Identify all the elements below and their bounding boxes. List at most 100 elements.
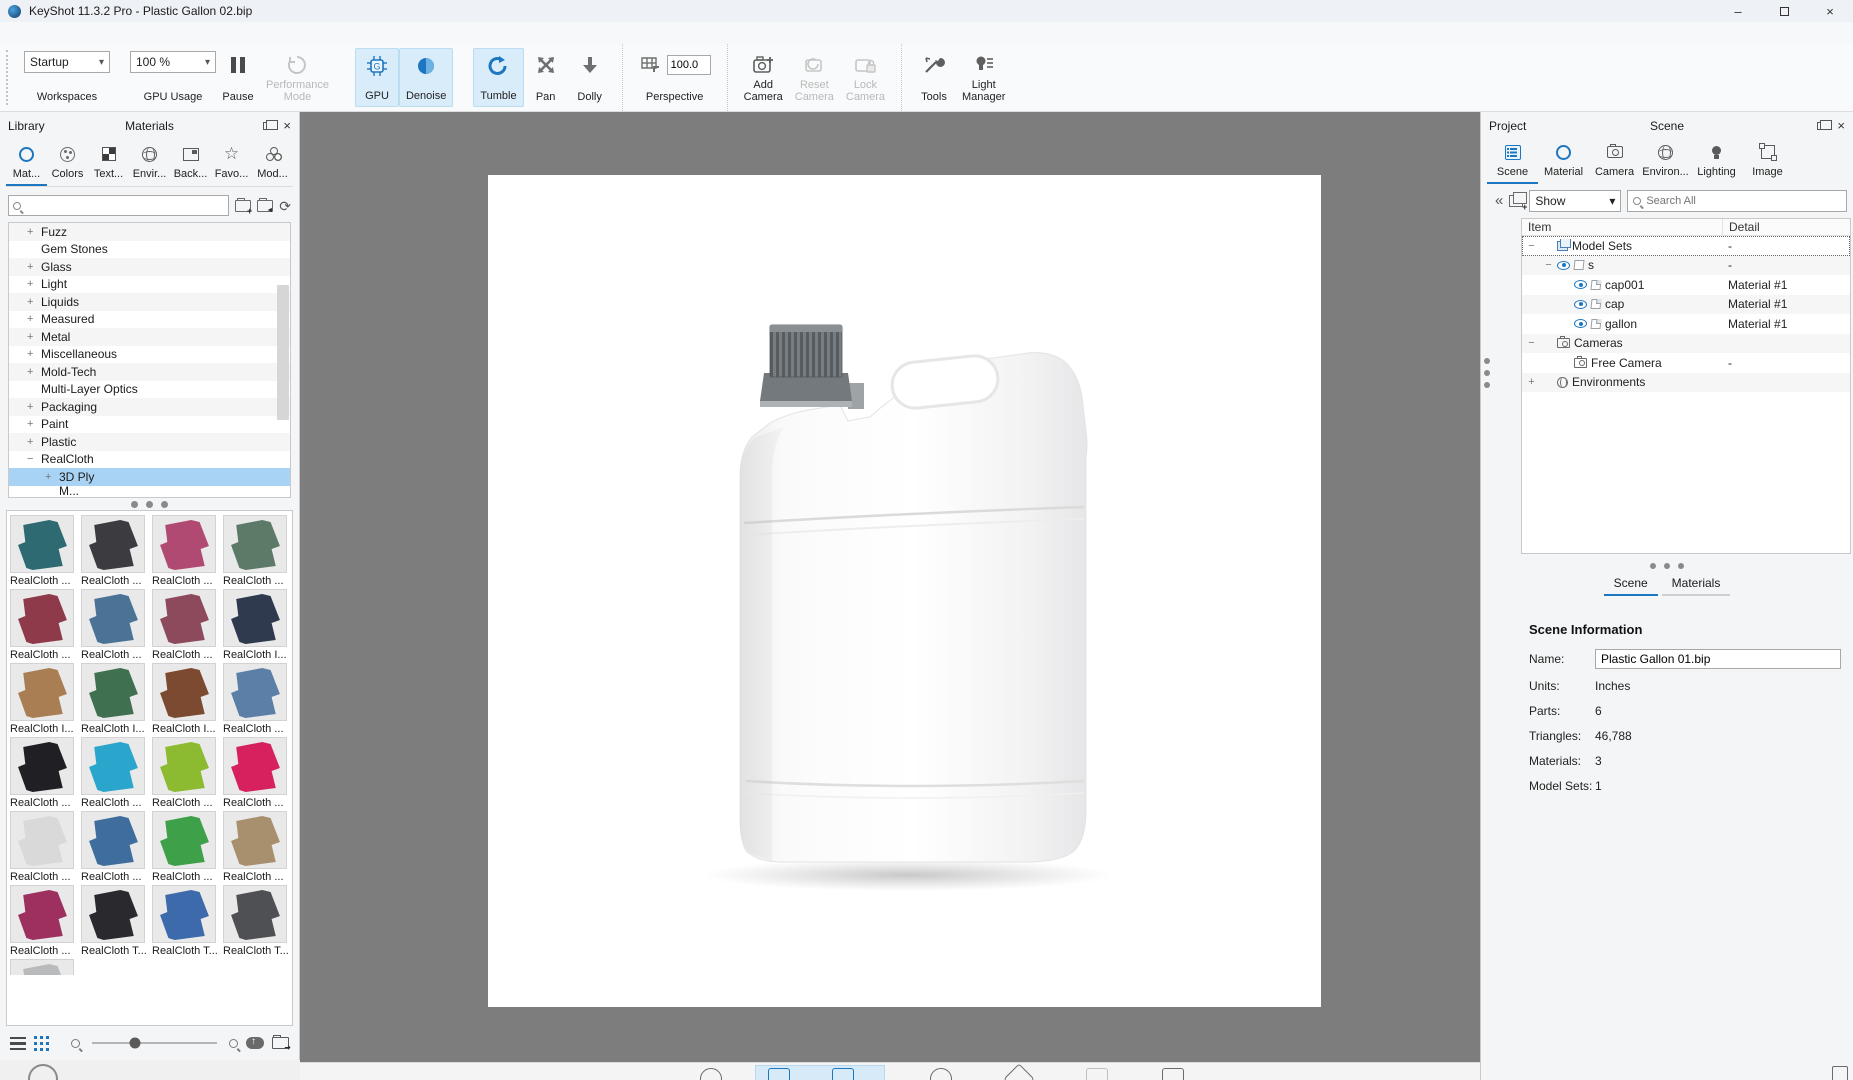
menu-item[interactable] — [192, 31, 210, 35]
scene-tree-row[interactable]: − s - — [1522, 255, 1850, 275]
material-thumbnail[interactable]: RealCloth I... — [10, 663, 76, 735]
library-tab[interactable]: Mat... — [6, 138, 47, 186]
tree-toggle[interactable]: + — [27, 313, 41, 325]
pause-button[interactable]: Pause — [216, 48, 260, 107]
tree-scrollbar[interactable] — [277, 285, 289, 420]
material-thumbnail[interactable]: RealCloth ... — [10, 811, 76, 883]
library-tree-item[interactable]: + Miscellaneous — [9, 346, 290, 364]
scene-tree-row[interactable]: + Environments — [1522, 372, 1850, 392]
material-thumbnail[interactable]: RealCloth ... — [152, 515, 218, 587]
tree-toggle[interactable]: − — [1527, 240, 1536, 252]
library-tree-item[interactable]: + Measured — [9, 311, 290, 329]
material-thumbnail[interactable]: RealCloth ... — [10, 737, 76, 809]
environment-ribbon-icon[interactable] — [700, 1068, 722, 1080]
dolly-button[interactable]: Dolly — [568, 48, 612, 107]
menu-item[interactable] — [52, 31, 70, 35]
scene-tree-row[interactable]: cap001 Material #1 — [1522, 275, 1850, 295]
scene-tree-row[interactable]: gallon Material #1 — [1522, 314, 1850, 334]
material-thumbnail[interactable]: RealCloth ... — [81, 737, 147, 809]
material-thumbnail[interactable]: RealCloth T... — [152, 885, 218, 957]
material-thumbnail[interactable]: RealCloth ... — [10, 885, 76, 957]
thumbnail-size-slider[interactable] — [92, 1037, 217, 1049]
library-tab[interactable]: ☆ Favo... — [211, 138, 252, 186]
material-thumbnail[interactable]: RealCloth I... — [152, 663, 218, 735]
visibility-eye-icon[interactable] — [1574, 319, 1587, 329]
menu-item[interactable] — [152, 31, 170, 35]
library-tree-item[interactable]: + Paint — [9, 416, 290, 434]
tree-toggle[interactable]: + — [45, 471, 59, 483]
library-ribbon-icon[interactable] — [768, 1068, 790, 1080]
tree-toggle[interactable]: + — [27, 226, 41, 238]
realtime-viewport[interactable] — [300, 112, 1480, 1062]
material-thumbnail[interactable]: RealCloth I... — [81, 663, 147, 735]
library-tab[interactable]: Mod... — [252, 138, 293, 186]
library-tree-item[interactable]: M... — [9, 486, 290, 496]
material-thumbnail[interactable] — [10, 959, 76, 975]
perspective-control[interactable]: Perspective — [633, 48, 717, 107]
menu-item[interactable] — [112, 31, 130, 35]
pan-button[interactable]: Pan — [524, 48, 568, 107]
cloud-library-icon[interactable] — [28, 1064, 58, 1080]
project-splitter[interactable] — [1481, 560, 1853, 572]
library-tree-item[interactable]: − RealCloth — [9, 451, 290, 469]
scene-search-input[interactable] — [1627, 190, 1847, 212]
close-panel-icon[interactable]: × — [283, 119, 291, 132]
project-tab[interactable]: Material — [1538, 138, 1589, 184]
scene-name-input[interactable] — [1595, 649, 1841, 669]
menu-item[interactable] — [132, 31, 150, 35]
material-thumbnail[interactable]: RealCloth ... — [223, 737, 289, 809]
library-tree-item[interactable]: Gem Stones — [9, 241, 290, 259]
project-tab[interactable]: Environ... — [1640, 138, 1691, 184]
material-thumbnail[interactable]: RealCloth ... — [152, 737, 218, 809]
restore-button[interactable] — [1761, 0, 1807, 22]
tree-toggle[interactable]: − — [1527, 337, 1536, 349]
material-thumbnail[interactable]: RealCloth ... — [152, 589, 218, 661]
library-tree-item[interactable]: + Liquids — [9, 293, 290, 311]
camera-ribbon-icon[interactable] — [1162, 1068, 1184, 1080]
library-splitter[interactable] — [0, 498, 299, 510]
light-manager-button[interactable]: Light Manager — [956, 48, 1011, 107]
tree-toggle[interactable]: − — [1544, 259, 1553, 271]
library-tree-item[interactable]: + Metal — [9, 328, 290, 346]
project-tab[interactable]: Scene — [1487, 138, 1538, 184]
minimize-button[interactable]: – — [1715, 0, 1761, 22]
library-tree-item[interactable]: + Light — [9, 276, 290, 294]
tree-toggle[interactable]: + — [27, 366, 41, 378]
tree-toggle[interactable]: + — [27, 331, 41, 343]
library-tree-item[interactable]: + Plastic — [9, 433, 290, 451]
float-panel-icon[interactable] — [1817, 120, 1833, 130]
visibility-eye-icon[interactable] — [1574, 280, 1587, 290]
grid-view-icon[interactable] — [34, 1035, 49, 1051]
library-tree-item[interactable]: + Fuzz — [9, 223, 290, 241]
gpu-button[interactable]: G GPU — [354, 48, 399, 107]
import-folder-icon[interactable] — [257, 197, 274, 214]
material-thumbnail[interactable]: RealCloth ... — [223, 663, 289, 735]
history-ribbon-icon[interactable] — [930, 1068, 952, 1080]
refresh-icon[interactable]: ⟳ — [279, 199, 291, 213]
material-thumbnail[interactable]: RealCloth I... — [223, 589, 289, 661]
visibility-eye-icon[interactable] — [1557, 260, 1570, 270]
tree-toggle[interactable]: + — [27, 296, 41, 308]
material-thumbnail[interactable]: RealCloth ... — [223, 515, 289, 587]
project-ribbon-icon[interactable] — [832, 1068, 854, 1080]
fullscreen-corner-icon[interactable] — [1832, 1066, 1848, 1080]
add-folder-icon[interactable] — [235, 197, 252, 216]
panel-splitter-dots[interactable] — [1484, 358, 1490, 388]
tools-button[interactable]: Tools — [912, 48, 956, 107]
tree-toggle[interactable]: + — [27, 261, 41, 273]
collapse-all-icon[interactable]: « — [1495, 193, 1503, 208]
library-tab[interactable]: Text... — [88, 138, 129, 186]
visibility-eye-icon[interactable] — [1574, 299, 1587, 309]
menu-item[interactable] — [172, 31, 190, 35]
close-button[interactable]: × — [1807, 0, 1853, 22]
material-thumbnail[interactable]: RealCloth T... — [81, 885, 147, 957]
tab-materials-bottom[interactable]: Materials — [1661, 574, 1731, 596]
tree-toggle[interactable]: + — [27, 348, 41, 360]
gpu-usage-dropdown[interactable]: 100 % ▾ GPU Usage — [130, 48, 216, 107]
tumble-button[interactable]: Tumble — [473, 48, 524, 107]
scene-tree-row[interactable]: Free Camera - — [1522, 353, 1850, 373]
material-thumbnail[interactable]: RealCloth ... — [81, 811, 147, 883]
menu-item[interactable] — [92, 31, 110, 35]
project-tab[interactable]: Lighting — [1691, 138, 1742, 184]
menu-item[interactable] — [12, 31, 30, 35]
